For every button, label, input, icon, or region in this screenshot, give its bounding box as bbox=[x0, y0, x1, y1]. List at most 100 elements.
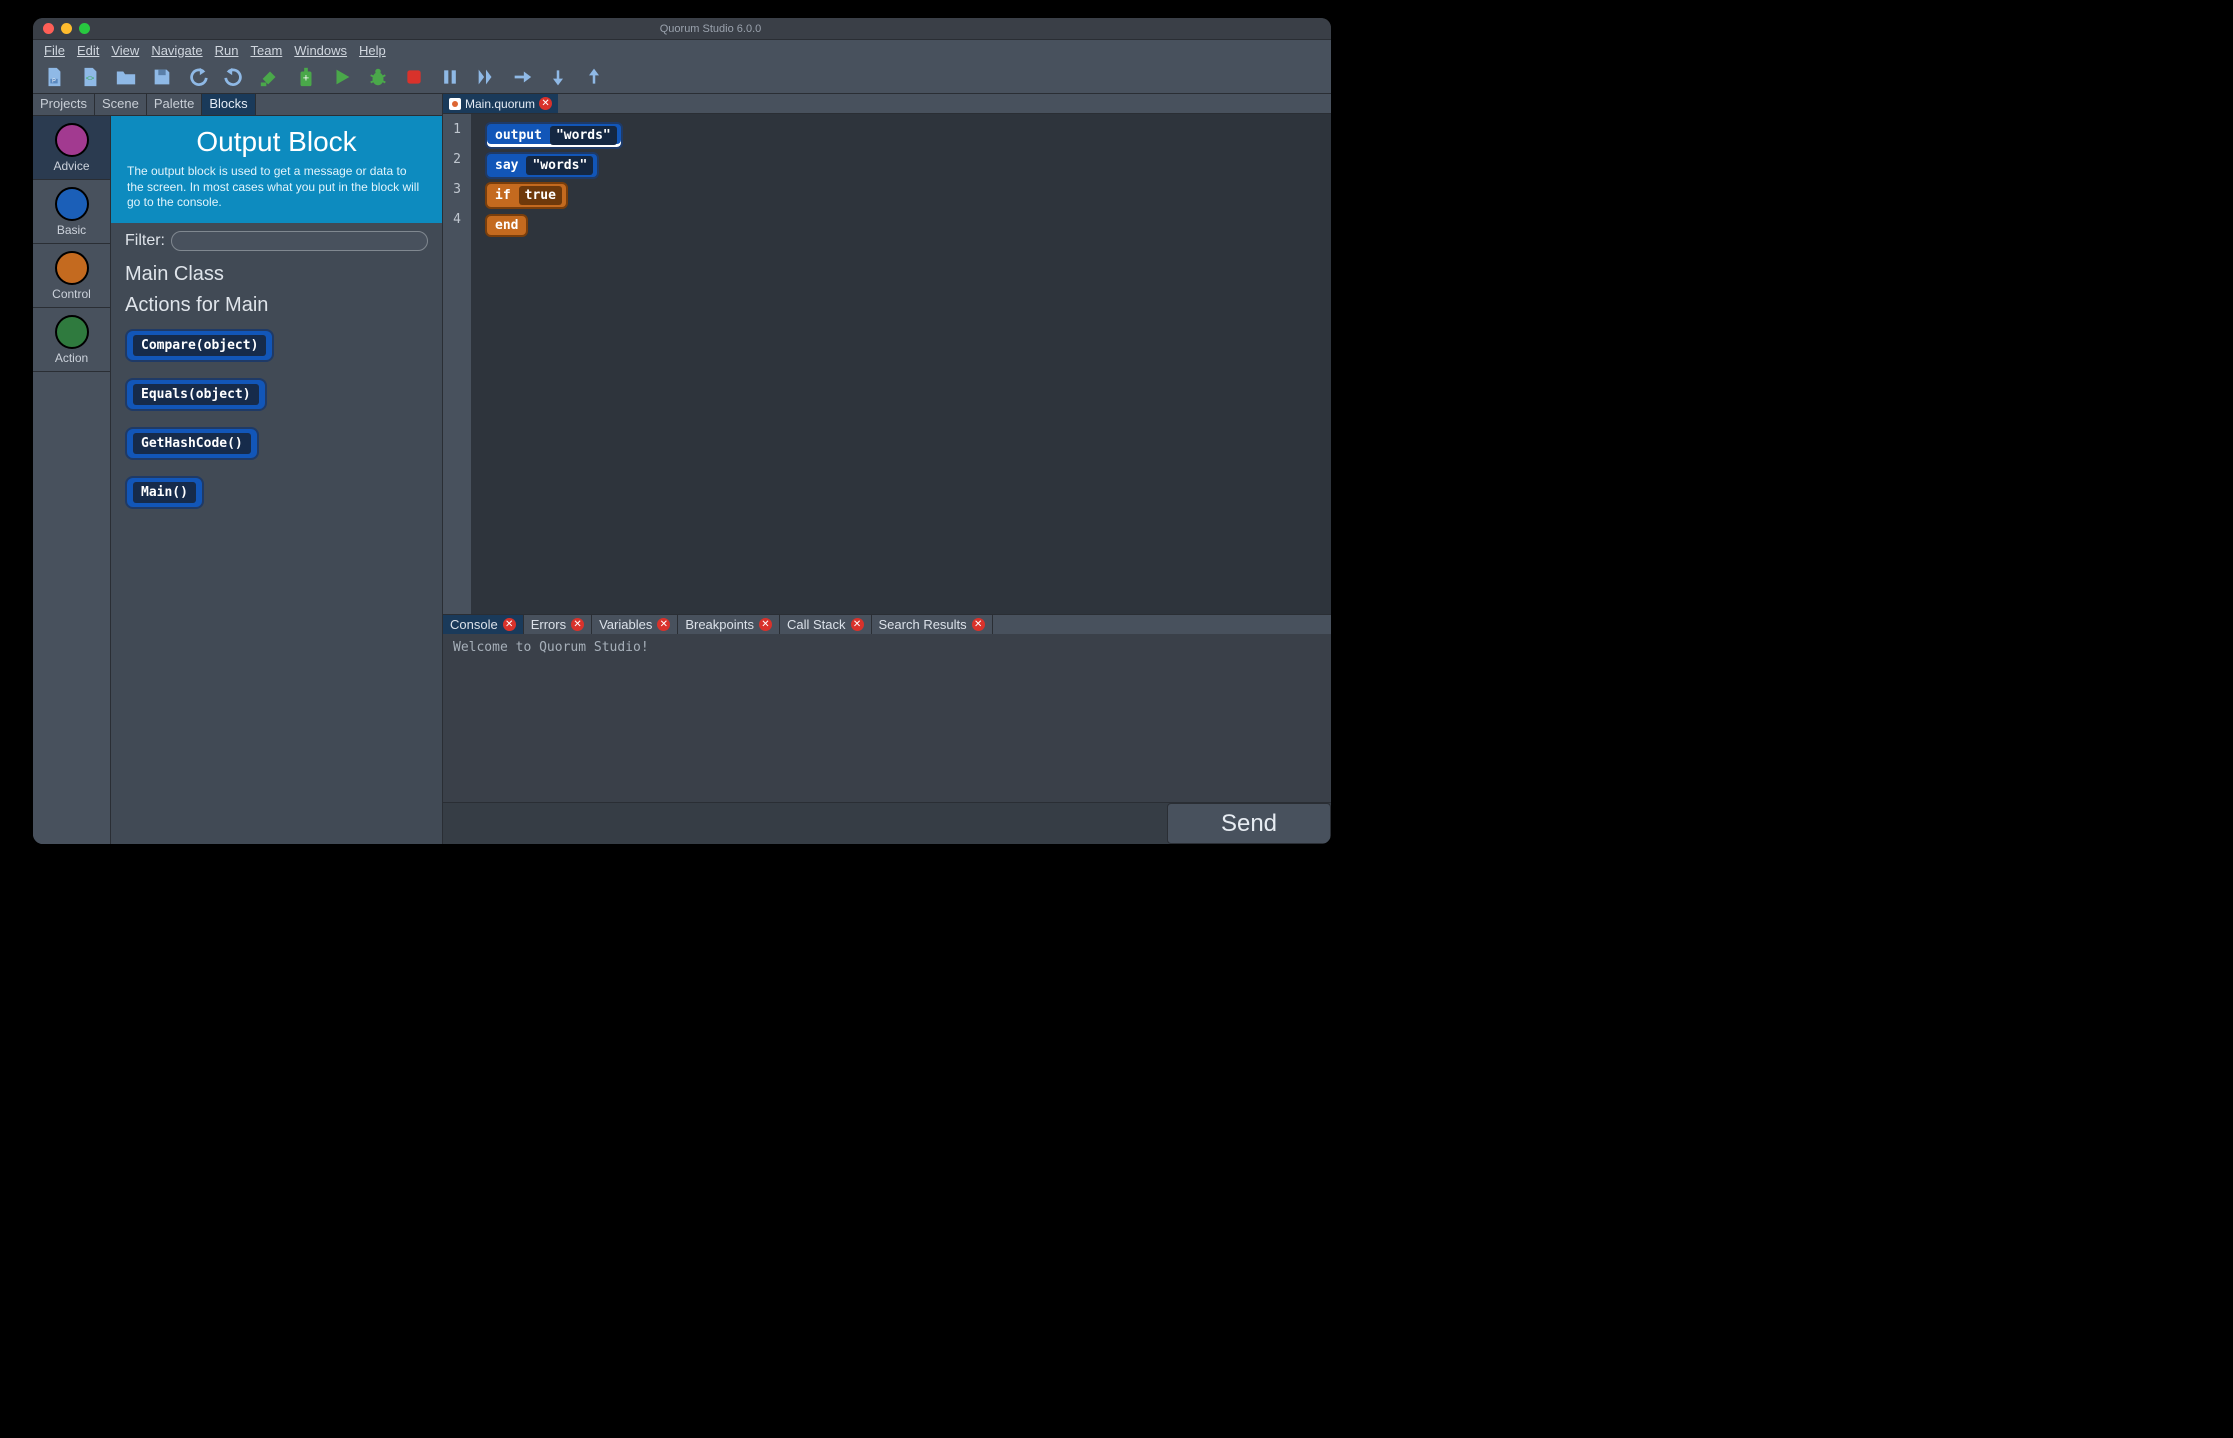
bottom-tab-errors[interactable]: Errors ✕ bbox=[524, 615, 592, 634]
bottom-tab-label: Search Results bbox=[879, 617, 967, 632]
clean-build-icon[interactable]: + bbox=[293, 64, 319, 90]
run-icon[interactable] bbox=[329, 64, 355, 90]
action-block[interactable]: Main() bbox=[125, 476, 204, 509]
left-tab-scene[interactable]: Scene bbox=[95, 94, 147, 115]
menu-edit[interactable]: Edit bbox=[72, 42, 104, 59]
left-body: Advice Basic Control Action Output Block Th… bbox=[33, 116, 442, 844]
bottom-tab-breakpoints[interactable]: Breakpoints ✕ bbox=[678, 615, 780, 634]
code-block[interactable]: end bbox=[485, 214, 528, 237]
block-row: say "words" bbox=[485, 150, 1317, 180]
bottom-tab-label: Breakpoints bbox=[685, 617, 754, 632]
left-panel: ProjectsScenePaletteBlocks Advice Basic Co… bbox=[33, 94, 443, 844]
action-block-label: Equals(object) bbox=[133, 384, 259, 405]
section-actions: Actions for Main bbox=[111, 290, 442, 321]
category-action[interactable]: Action bbox=[33, 308, 110, 372]
category-label: Basic bbox=[57, 223, 86, 237]
category-dot-icon bbox=[55, 123, 89, 157]
bottom-tab-variables[interactable]: Variables✕ bbox=[592, 615, 678, 634]
left-tab-palette[interactable]: Palette bbox=[147, 94, 202, 115]
redo-icon[interactable] bbox=[221, 64, 247, 90]
build-icon[interactable] bbox=[257, 64, 283, 90]
code-block[interactable]: iftrue bbox=[485, 182, 568, 209]
editor[interactable]: 1234 output "words" say "words" iftrue end bbox=[443, 114, 1331, 614]
line-number: 4 bbox=[443, 212, 471, 242]
line-gutter: 1234 bbox=[443, 114, 471, 614]
bottom-tab-label: Console bbox=[450, 617, 498, 632]
send-button[interactable]: Send bbox=[1167, 803, 1331, 844]
menu-run[interactable]: Run bbox=[210, 42, 244, 59]
step-over-icon[interactable] bbox=[473, 64, 499, 90]
block-slot[interactable]: true bbox=[519, 186, 562, 205]
code-block[interactable]: output "words" bbox=[485, 122, 623, 149]
console-output: Welcome to Quorum Studio! bbox=[443, 634, 1331, 802]
category-label: Control bbox=[52, 287, 91, 301]
block-keyword: say bbox=[491, 158, 522, 173]
editor-tab[interactable]: Main.quorum ✕ bbox=[443, 94, 558, 113]
new-file-icon[interactable]: <> bbox=[77, 64, 103, 90]
block-slot[interactable]: "words" bbox=[526, 156, 593, 175]
menu-view[interactable]: View bbox=[106, 42, 144, 59]
bottom-tab-label: Call Stack bbox=[787, 617, 846, 632]
bottom-tab-search-results[interactable]: Search Results ✕ bbox=[872, 615, 993, 634]
category-advice[interactable]: Advice bbox=[33, 116, 110, 180]
close-tab-icon[interactable]: ✕ bbox=[571, 618, 584, 631]
editor-tabs: Main.quorum ✕ bbox=[443, 94, 1331, 114]
close-tab-icon[interactable]: ✕ bbox=[972, 618, 985, 631]
maximize-icon[interactable] bbox=[79, 23, 90, 34]
block-slot[interactable]: "words" bbox=[550, 126, 617, 145]
bottom-tab-label: Errors bbox=[531, 617, 566, 632]
menu-navigate[interactable]: Navigate bbox=[146, 42, 207, 59]
filter-input[interactable] bbox=[171, 231, 428, 251]
editor-tab-label: Main.quorum bbox=[465, 97, 535, 111]
category-dot-icon bbox=[55, 251, 89, 285]
save-icon[interactable] bbox=[149, 64, 175, 90]
minimize-icon[interactable] bbox=[61, 23, 72, 34]
block-info-title: Output Block bbox=[127, 126, 426, 158]
code-block[interactable]: say "words" bbox=[485, 152, 599, 179]
menu-file[interactable]: File bbox=[39, 42, 70, 59]
block-canvas[interactable]: output "words" say "words" iftrue end bbox=[471, 114, 1331, 614]
action-block[interactable]: Equals(object) bbox=[125, 378, 267, 411]
close-tab-icon[interactable]: ✕ bbox=[539, 97, 552, 110]
category-basic[interactable]: Basic bbox=[33, 180, 110, 244]
category-control[interactable]: Control bbox=[33, 244, 110, 308]
left-tab-blocks[interactable]: Blocks bbox=[202, 94, 255, 115]
debug-icon[interactable] bbox=[365, 64, 391, 90]
svg-text:+: + bbox=[303, 72, 309, 84]
close-tab-icon[interactable]: ✕ bbox=[503, 618, 516, 631]
line-number: 2 bbox=[443, 152, 471, 182]
undo-icon[interactable] bbox=[185, 64, 211, 90]
action-block[interactable]: GetHashCode() bbox=[125, 427, 259, 460]
main-area: ProjectsScenePaletteBlocks Advice Basic Co… bbox=[33, 94, 1331, 844]
menu-help[interactable]: Help bbox=[354, 42, 391, 59]
action-block[interactable]: Compare(object) bbox=[125, 329, 274, 362]
step-down-icon[interactable] bbox=[545, 64, 571, 90]
new-project-icon[interactable]: P bbox=[41, 64, 67, 90]
toolbar: P <> + bbox=[33, 60, 1331, 94]
svg-text:<>: <> bbox=[86, 73, 95, 82]
block-categories: Advice Basic Control Action bbox=[33, 116, 111, 844]
section-main-class: Main Class bbox=[111, 259, 442, 290]
menu-team[interactable]: Team bbox=[245, 42, 287, 59]
block-info: Output Block The output block is used to… bbox=[111, 116, 442, 223]
close-tab-icon[interactable]: ✕ bbox=[851, 618, 864, 631]
action-block-label: Main() bbox=[133, 482, 196, 503]
close-icon[interactable] bbox=[43, 23, 54, 34]
open-folder-icon[interactable] bbox=[113, 64, 139, 90]
close-tab-icon[interactable]: ✕ bbox=[657, 618, 670, 631]
block-info-description: The output block is used to get a messag… bbox=[127, 164, 426, 211]
block-keyword: output bbox=[491, 128, 546, 143]
pause-icon[interactable] bbox=[437, 64, 463, 90]
step-out-icon[interactable] bbox=[581, 64, 607, 90]
left-tab-projects[interactable]: Projects bbox=[33, 94, 95, 115]
close-tab-icon[interactable]: ✕ bbox=[759, 618, 772, 631]
bottom-tab-call-stack[interactable]: Call Stack ✕ bbox=[780, 615, 872, 634]
send-bar: Send bbox=[443, 802, 1331, 844]
step-into-icon[interactable] bbox=[509, 64, 535, 90]
bottom-tab-console[interactable]: Console ✕ bbox=[443, 615, 524, 634]
stop-icon[interactable] bbox=[401, 64, 427, 90]
menu-windows[interactable]: Windows bbox=[289, 42, 352, 59]
app-window: Quorum Studio 6.0.0 FileEditViewNavigate… bbox=[33, 18, 1331, 844]
line-number: 3 bbox=[443, 182, 471, 212]
quorum-file-icon bbox=[449, 98, 461, 110]
